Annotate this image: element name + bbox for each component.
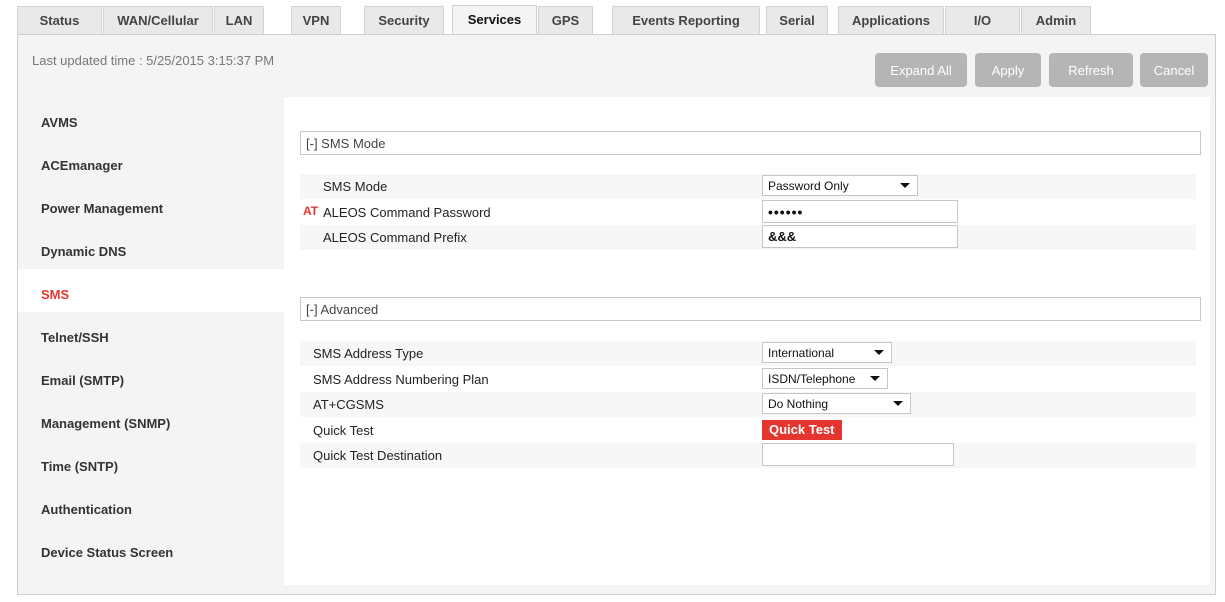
sidebar-item-dynamic-dns[interactable]: Dynamic DNS (18, 226, 284, 269)
cgsms-select[interactable]: Do Nothing (762, 393, 911, 414)
sms-mode-select[interactable]: Password Only (762, 175, 918, 196)
cgsms-row: AT+CGSMS Do Nothing (300, 392, 1196, 417)
tab-applications[interactable]: Applications (838, 6, 944, 34)
tab-gps[interactable]: GPS (538, 6, 593, 34)
numbering-plan-select[interactable]: ISDN/Telephone (762, 368, 888, 389)
numbering-plan-value: ISDN/Telephone (768, 372, 856, 386)
sidebar-item-avms[interactable]: AVMS (18, 97, 284, 140)
command-password-row: AT ALEOS Command Password •••••• (300, 200, 1196, 225)
tab-lan[interactable]: LAN (214, 6, 264, 34)
sidebar-item-time-sntp[interactable]: Time (SNTP) (18, 441, 284, 484)
quick-test-destination-label: Quick Test Destination (313, 448, 443, 463)
tab-io[interactable]: I/O (945, 6, 1020, 34)
sms-mode-label: SMS Mode (323, 179, 388, 194)
sidebar-item-device-status-screen[interactable]: Device Status Screen (18, 527, 284, 570)
quick-test-label: Quick Test (313, 423, 374, 438)
quick-test-row: Quick Test Quick Test (300, 418, 1196, 443)
expand-all-button[interactable]: Expand All (875, 53, 967, 87)
tab-admin[interactable]: Admin (1021, 6, 1091, 34)
sms-mode-row: SMS Mode Password Only (300, 174, 1196, 199)
sidebar-item-acemanager[interactable]: ACEmanager (18, 140, 284, 183)
tab-status[interactable]: Status (17, 6, 102, 34)
chevron-down-icon (893, 401, 903, 406)
chevron-down-icon (870, 376, 880, 381)
numbering-plan-row: SMS Address Numbering Plan ISDN/Telephon… (300, 367, 1196, 392)
sidebar-nav: AVMS ACEmanager Power Management Dynamic… (18, 97, 284, 570)
at-command-badge: AT (303, 204, 319, 218)
main-frame: Last updated time : 5/25/2015 3:15:37 PM… (17, 34, 1216, 595)
top-tab-bar: Status WAN/Cellular LAN VPN Security Ser… (0, 0, 1225, 35)
command-password-label: ALEOS Command Password (323, 205, 491, 220)
advanced-section-header[interactable]: [-] Advanced (300, 297, 1201, 321)
tab-security[interactable]: Security (364, 6, 444, 34)
address-type-row: SMS Address Type International (300, 341, 1196, 366)
tab-services[interactable]: Services (452, 5, 537, 35)
sms-mode-value: Password Only (768, 179, 849, 193)
chevron-down-icon (874, 350, 884, 355)
cgsms-value: Do Nothing (768, 397, 829, 411)
tab-wan-cellular[interactable]: WAN/Cellular (103, 6, 213, 34)
sidebar-item-management-snmp[interactable]: Management (SNMP) (18, 398, 284, 441)
quick-test-button[interactable]: Quick Test (762, 420, 842, 440)
last-updated-text: Last updated time : 5/25/2015 3:15:37 PM (32, 53, 275, 68)
address-type-label: SMS Address Type (313, 346, 424, 361)
cgsms-label: AT+CGSMS (313, 397, 384, 412)
sidebar-item-authentication[interactable]: Authentication (18, 484, 284, 527)
quick-test-destination-input[interactable] (762, 443, 954, 466)
tab-events-reporting[interactable]: Events Reporting (612, 6, 760, 34)
tab-vpn[interactable]: VPN (291, 6, 341, 34)
chevron-down-icon (900, 183, 910, 188)
numbering-plan-label: SMS Address Numbering Plan (313, 372, 489, 387)
content-panel: [-] SMS Mode SMS Mode Password Only AT A… (284, 97, 1210, 585)
apply-button[interactable]: Apply (975, 53, 1041, 87)
command-prefix-label: ALEOS Command Prefix (323, 230, 467, 245)
cancel-button[interactable]: Cancel (1140, 53, 1208, 87)
sidebar-item-telnet-ssh[interactable]: Telnet/SSH (18, 312, 284, 355)
command-password-input[interactable]: •••••• (762, 200, 958, 223)
sidebar-item-power-management[interactable]: Power Management (18, 183, 284, 226)
command-prefix-row: ALEOS Command Prefix &&& (300, 225, 1196, 250)
sidebar-item-email-smtp[interactable]: Email (SMTP) (18, 355, 284, 398)
quick-test-destination-row: Quick Test Destination (300, 443, 1196, 468)
sidebar-item-sms[interactable]: SMS (18, 269, 284, 312)
address-type-select[interactable]: International (762, 342, 892, 363)
address-type-value: International (768, 346, 835, 360)
command-prefix-input[interactable]: &&& (762, 225, 958, 248)
tab-serial[interactable]: Serial (766, 6, 828, 34)
refresh-button[interactable]: Refresh (1049, 53, 1133, 87)
sms-mode-section-header[interactable]: [-] SMS Mode (300, 131, 1201, 155)
